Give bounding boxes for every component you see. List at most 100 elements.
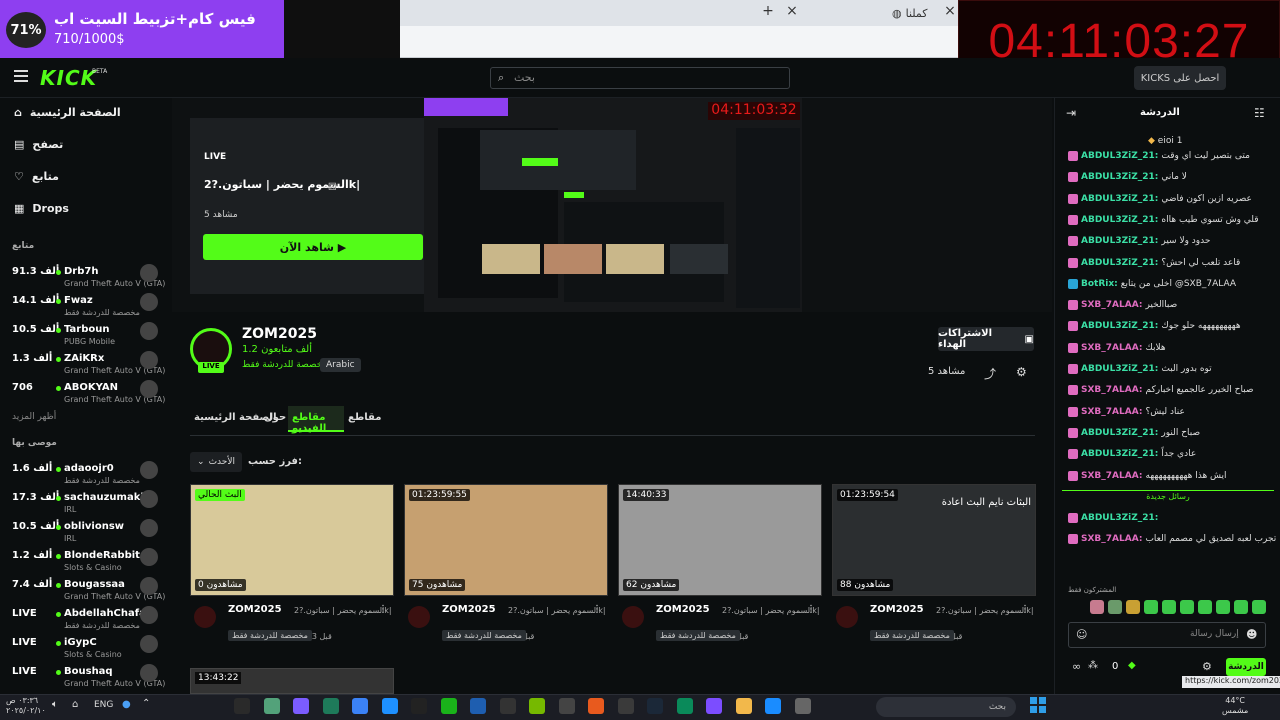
- video-channel-name[interactable]: ZOM2025: [656, 604, 710, 615]
- emoji-icon[interactable]: ☺: [1076, 628, 1087, 641]
- video-category-tag[interactable]: مخصصة للدردشة فقط: [870, 630, 954, 641]
- taskbar-app-icon[interactable]: [617, 698, 634, 714]
- sidebar-channel[interactable]: 1.3 ألف ZAiKRx Grand Theft Auto V (GTA): [12, 349, 165, 377]
- tab-about[interactable]: حول: [264, 412, 286, 423]
- gift-subs-button[interactable]: الاشتراكات الهداء ▣: [938, 327, 1034, 351]
- sidebar-channel[interactable]: 7.4 ألف Bougassaa Grand Theft Auto V (GTA): [12, 575, 165, 603]
- taskbar-app-icon[interactable]: [529, 698, 545, 714]
- chat-username[interactable]: ABDUL3ZiZ_21:: [1081, 428, 1158, 438]
- chat-username[interactable]: ABDUL3ZiZ_21:: [1081, 513, 1158, 523]
- sidebar-channel[interactable]: 14.1 ألف Fwaz مخصصة للدردشة فقط: [12, 291, 162, 319]
- sidebar-item-2[interactable]: ♡ متابع: [14, 170, 59, 183]
- emote-icon[interactable]: [1090, 600, 1104, 614]
- kick-logo[interactable]: KICK: [40, 66, 97, 90]
- collapse-chat-icon[interactable]: ⇥: [1066, 106, 1076, 120]
- new-tab-button[interactable]: +: [758, 3, 778, 19]
- video-channel-avatar[interactable]: [194, 606, 216, 628]
- mic-icon[interactable]: ●: [122, 699, 131, 710]
- emote-icon[interactable]: [1234, 600, 1248, 614]
- taskbar-search[interactable]: بحث: [876, 697, 1016, 717]
- emote-icon[interactable]: [1180, 600, 1194, 614]
- video-channel-name[interactable]: ZOM2025: [228, 604, 282, 615]
- browser-tab[interactable]: ◍ كملنا: [892, 2, 944, 24]
- video-title[interactable]: السموم يحضر | سباتون.?2k|: [508, 606, 606, 615]
- video-channel-avatar[interactable]: [836, 606, 858, 628]
- chat-username[interactable]: ABDUL3ZiZ_21:: [1081, 364, 1158, 374]
- chat-username[interactable]: ABDUL3ZiZ_21:: [1081, 449, 1158, 459]
- taskbar-app-icon[interactable]: [706, 698, 722, 714]
- tab-clips[interactable]: مقاطع: [348, 412, 381, 423]
- search-input[interactable]: [490, 67, 790, 89]
- chat-settings-icon[interactable]: ⚙: [1202, 660, 1212, 673]
- users-icon[interactable]: ☷: [1254, 106, 1265, 120]
- close-active-tab-button[interactable]: ×: [940, 3, 960, 19]
- show-more-link[interactable]: أظهر المزيد: [12, 412, 56, 422]
- taskbar-app-icon[interactable]: [352, 698, 368, 714]
- start-button[interactable]: [1030, 697, 1046, 713]
- video-channel-avatar[interactable]: [622, 606, 644, 628]
- chat-username[interactable]: SXB_7ALAA:: [1081, 471, 1142, 481]
- video-channel-name[interactable]: ZOM2025: [870, 604, 924, 615]
- chat-username[interactable]: ABDUL3ZiZ_21:: [1081, 236, 1158, 246]
- taskbar-app-icon[interactable]: [322, 698, 339, 714]
- taskbar-app-icon[interactable]: [234, 698, 250, 714]
- taskbar-app-icon[interactable]: [765, 698, 781, 714]
- settings-icon[interactable]: ⚙: [1016, 365, 1027, 379]
- video-category-tag[interactable]: مخصصة للدردشة فقط: [656, 630, 740, 641]
- sidebar-channel[interactable]: 10.5 ألف Tarboun PUBG Mobile: [12, 320, 162, 348]
- chat-username[interactable]: ABDUL3ZiZ_21:: [1081, 172, 1158, 182]
- chat-send-button[interactable]: الدردشة: [1226, 658, 1266, 676]
- taskbar-app-icon[interactable]: [411, 698, 427, 714]
- taskbar-app-icon[interactable]: [440, 698, 457, 714]
- sidebar-item-0[interactable]: ⌂ الصفحة الرئيسية: [14, 106, 121, 119]
- tray-chevron-icon[interactable]: ⌃: [142, 698, 150, 709]
- taskbar-app-icon[interactable]: [735, 698, 752, 714]
- emote-icon[interactable]: [1162, 600, 1176, 614]
- address-bar[interactable]: [400, 26, 960, 58]
- menu-icon[interactable]: [14, 70, 28, 82]
- taskbar-app-icon[interactable]: [470, 698, 486, 714]
- sidebar-channel[interactable]: 1.6 ألف adaoojr0 مخصصة للدردشة فقط: [12, 459, 162, 487]
- video-channel-name[interactable]: ZOM2025: [442, 604, 496, 615]
- taskbar-app-icon[interactable]: [676, 698, 693, 714]
- chat-username[interactable]: SXB_7ALAA:: [1081, 534, 1142, 544]
- video-title[interactable]: السموم يحضر | سباتون.?2k|: [936, 606, 1034, 615]
- sidebar-channel[interactable]: 1.2 ألف BlondeRabbit Slots & Casino: [12, 546, 162, 574]
- emote-icon[interactable]: [1144, 600, 1158, 614]
- channel-name[interactable]: ZOM2025: [242, 326, 317, 342]
- sidebar-channel[interactable]: 10.5 ألف oblivionsw IRL: [12, 517, 162, 545]
- link-icon[interactable]: ∞: [1072, 660, 1081, 673]
- more-options-icon[interactable]: ⋮: [806, 604, 816, 615]
- chat-username[interactable]: SXB_7ALAA:: [1081, 385, 1142, 395]
- sidebar-channel[interactable]: 17.3 ألف sachauzumaki IRL: [12, 488, 162, 516]
- video-thumbnail[interactable]: البث الحالي 0 مشاهدون: [190, 484, 394, 596]
- taskbar-app-icon[interactable]: [558, 698, 575, 714]
- sidebar-channel[interactable]: 91.3 ألف Drb7h Grand Theft Auto V (GTA): [12, 262, 165, 290]
- emote-icon[interactable]: [1108, 600, 1122, 614]
- watch-now-button[interactable]: شاهد الآن ▶: [203, 234, 423, 260]
- channel-language-tag[interactable]: Arabic: [320, 358, 361, 372]
- sidebar-channel[interactable]: LIVE Boushaq Grand Theft Auto V (GTA): [12, 662, 165, 690]
- sidebar-channel[interactable]: 706 ABOKYAN Grand Theft Auto V (GTA): [12, 378, 165, 406]
- network-icon[interactable]: ⌂: [72, 699, 78, 710]
- video-thumbnail[interactable]: 01:23:59:55 75 مشاهدون: [404, 484, 608, 596]
- channel-category[interactable]: مخصصة للدردشة فقط: [242, 360, 327, 370]
- chat-username[interactable]: ABDUL3ZiZ_21:: [1081, 321, 1158, 331]
- get-kicks-button[interactable]: KICKS احصل على: [1134, 66, 1226, 90]
- chat-username[interactable]: SXB_7ALAA:: [1081, 343, 1142, 353]
- video-title[interactable]: السموم يحضر | سباتون.?2k|: [722, 606, 820, 615]
- stream-preview[interactable]: [424, 98, 802, 312]
- chat-username[interactable]: ABDUL3ZiZ_21:: [1081, 215, 1158, 225]
- emote-icon[interactable]: [1216, 600, 1230, 614]
- video-thumbnail[interactable]: 13:43:22: [190, 668, 394, 694]
- tab-videos[interactable]: مقاطع الفيديو: [288, 406, 344, 434]
- sidebar-item-1[interactable]: ▤ تصفح: [14, 138, 63, 151]
- video-thumbnail[interactable]: 14:40:33 62 مشاهدون: [618, 484, 822, 596]
- emote-icon[interactable]: [1198, 600, 1212, 614]
- emote-icon[interactable]: [1252, 600, 1266, 614]
- chat-username[interactable]: SXB_7ALAA:: [1081, 300, 1142, 310]
- share-icon[interactable]: ⤴: [984, 365, 996, 382]
- taskbar-app-icon[interactable]: [381, 698, 398, 714]
- more-options-icon[interactable]: ⋮: [378, 604, 388, 615]
- taskbar-app-icon[interactable]: [499, 698, 516, 714]
